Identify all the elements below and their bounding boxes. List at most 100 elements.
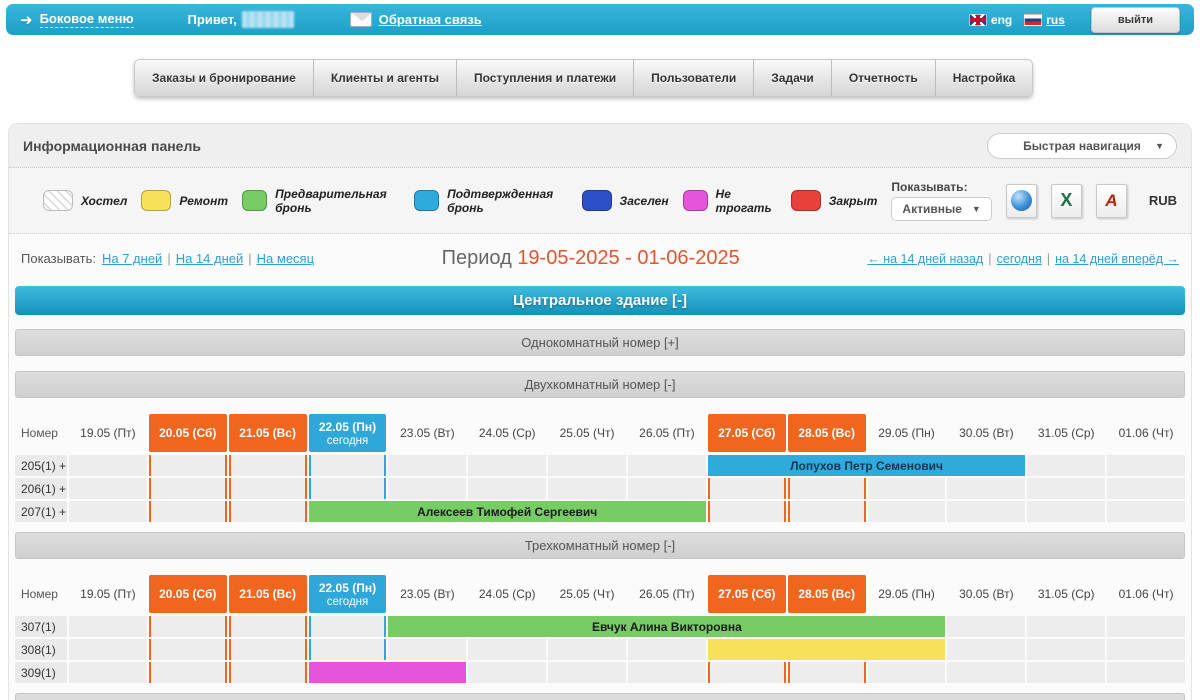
nav-tab[interactable]: Поступления и платежи	[457, 60, 634, 96]
grid-cell[interactable]	[788, 662, 866, 683]
nav-tab[interactable]: Задачи	[754, 60, 832, 96]
nav-tab[interactable]: Пользователи	[634, 60, 754, 96]
room-label[interactable]: 307(1)	[15, 616, 67, 637]
room-type-header[interactable]: Трехкомнатный номер [-]	[15, 532, 1185, 559]
grid-cell[interactable]	[149, 478, 227, 499]
grid-cell[interactable]	[69, 478, 147, 499]
grid-cell[interactable]	[149, 662, 227, 683]
grid-cell[interactable]	[149, 616, 227, 637]
grid-cell[interactable]	[548, 478, 626, 499]
grid-cell[interactable]	[309, 639, 387, 660]
grid-cell[interactable]	[468, 455, 546, 476]
grid-cell[interactable]	[628, 478, 706, 499]
grid-cell[interactable]	[1107, 639, 1185, 660]
grid-cell[interactable]	[229, 478, 307, 499]
grid-cell[interactable]	[468, 478, 546, 499]
web-export-icon[interactable]	[1006, 184, 1037, 218]
nav-tab[interactable]: Заказы и бронирование	[135, 60, 314, 96]
room-type-header[interactable]: Двухкомнатный номер [-]	[15, 371, 1185, 398]
grid-cell[interactable]	[868, 478, 946, 499]
nav-tab[interactable]: Настройка	[936, 60, 1033, 96]
logout-button[interactable]: выйти	[1091, 7, 1180, 33]
side-menu-link[interactable]: Боковое меню	[40, 11, 134, 28]
grid-cell[interactable]	[628, 455, 706, 476]
grid-cell[interactable]	[1027, 478, 1105, 499]
grid-cell[interactable]	[69, 616, 147, 637]
room-type-header[interactable]: Однокомнатный номер [+]	[15, 329, 1185, 356]
grid-cell[interactable]	[388, 455, 466, 476]
grid-cell[interactable]	[229, 455, 307, 476]
grid-cell[interactable]	[868, 501, 946, 522]
grid-cell[interactable]	[388, 639, 466, 660]
booking-bar[interactable]: Лопухов Петр Семенович	[708, 455, 1025, 476]
grid-cell[interactable]	[149, 639, 227, 660]
grid-cell[interactable]	[947, 662, 1025, 683]
grid-cell[interactable]	[69, 501, 147, 522]
grid-cell[interactable]	[69, 455, 147, 476]
grid-cell[interactable]	[309, 478, 387, 499]
pdf-export-icon[interactable]: A	[1096, 184, 1127, 218]
nav-tab[interactable]: Клиенты и агенты	[314, 60, 457, 96]
building-header[interactable]: Центральное здание [-]	[15, 286, 1185, 315]
grid-cell[interactable]	[947, 478, 1025, 499]
grid-cell[interactable]	[947, 501, 1025, 522]
room-label[interactable]: 308(1)	[15, 639, 67, 660]
back-14-days-link[interactable]: ← на 14 дней назад	[867, 252, 983, 266]
grid-cell[interactable]	[868, 662, 946, 683]
feedback-link[interactable]: Обратная связь	[379, 12, 482, 27]
grid-cell[interactable]	[69, 639, 147, 660]
grid-cell[interactable]	[1107, 478, 1185, 499]
booking-bar[interactable]	[708, 639, 946, 660]
grid-cell[interactable]	[229, 639, 307, 660]
quick-nav-select[interactable]: Быстрая навигация ▼	[987, 133, 1177, 159]
grid-cell[interactable]	[229, 616, 307, 637]
grid-cell[interactable]	[1027, 662, 1105, 683]
grid-cell[interactable]	[1107, 662, 1185, 683]
excel-export-icon[interactable]: X	[1051, 184, 1082, 218]
status-filter-select[interactable]: Активные ▼	[891, 197, 991, 221]
grid-cell[interactable]	[229, 662, 307, 683]
grid-cell[interactable]	[548, 639, 626, 660]
grid-cell[interactable]	[468, 662, 546, 683]
room-type-header[interactable]: [+]	[15, 693, 1185, 700]
room-label[interactable]: 309(1)	[15, 662, 67, 683]
room-label[interactable]: 207(1) +	[15, 501, 67, 522]
grid-cell[interactable]	[1027, 616, 1105, 637]
grid-cell[interactable]	[309, 455, 387, 476]
grid-cell[interactable]	[628, 662, 706, 683]
range-link[interactable]: На месяц	[257, 251, 314, 266]
lang-eng-link[interactable]: eng	[969, 13, 1012, 27]
booking-bar[interactable]: Евчук Алина Викторовна	[388, 616, 945, 637]
grid-cell[interactable]	[1107, 455, 1185, 476]
grid-cell[interactable]	[708, 501, 786, 522]
grid-cell[interactable]	[708, 478, 786, 499]
grid-cell[interactable]	[947, 616, 1025, 637]
grid-cell[interactable]	[708, 662, 786, 683]
grid-cell[interactable]	[628, 639, 706, 660]
grid-cell[interactable]	[69, 662, 147, 683]
forward-14-days-link[interactable]: на 14 дней вперёд →	[1055, 252, 1179, 266]
today-link[interactable]: сегодня	[997, 252, 1042, 266]
grid-cell[interactable]	[149, 455, 227, 476]
grid-cell[interactable]	[1107, 616, 1185, 637]
grid-cell[interactable]	[947, 639, 1025, 660]
grid-cell[interactable]	[309, 616, 387, 637]
nav-tab[interactable]: Отчетность	[832, 60, 936, 96]
grid-cell[interactable]	[788, 501, 866, 522]
booking-bar[interactable]	[309, 662, 467, 683]
range-link[interactable]: На 7 дней	[102, 251, 162, 266]
grid-cell[interactable]	[468, 639, 546, 660]
lang-rus-link[interactable]: rus	[1024, 13, 1065, 27]
grid-cell[interactable]	[1027, 501, 1105, 522]
range-link[interactable]: На 14 дней	[176, 251, 244, 266]
grid-cell[interactable]	[548, 662, 626, 683]
grid-cell[interactable]	[788, 478, 866, 499]
booking-bar[interactable]: Алексеев Тимофей Сергеевич	[309, 501, 706, 522]
grid-cell[interactable]	[229, 501, 307, 522]
grid-cell[interactable]	[149, 501, 227, 522]
grid-cell[interactable]	[388, 478, 466, 499]
grid-cell[interactable]	[1027, 639, 1105, 660]
grid-cell[interactable]	[548, 455, 626, 476]
room-label[interactable]: 206(1) +	[15, 478, 67, 499]
grid-cell[interactable]	[1107, 501, 1185, 522]
